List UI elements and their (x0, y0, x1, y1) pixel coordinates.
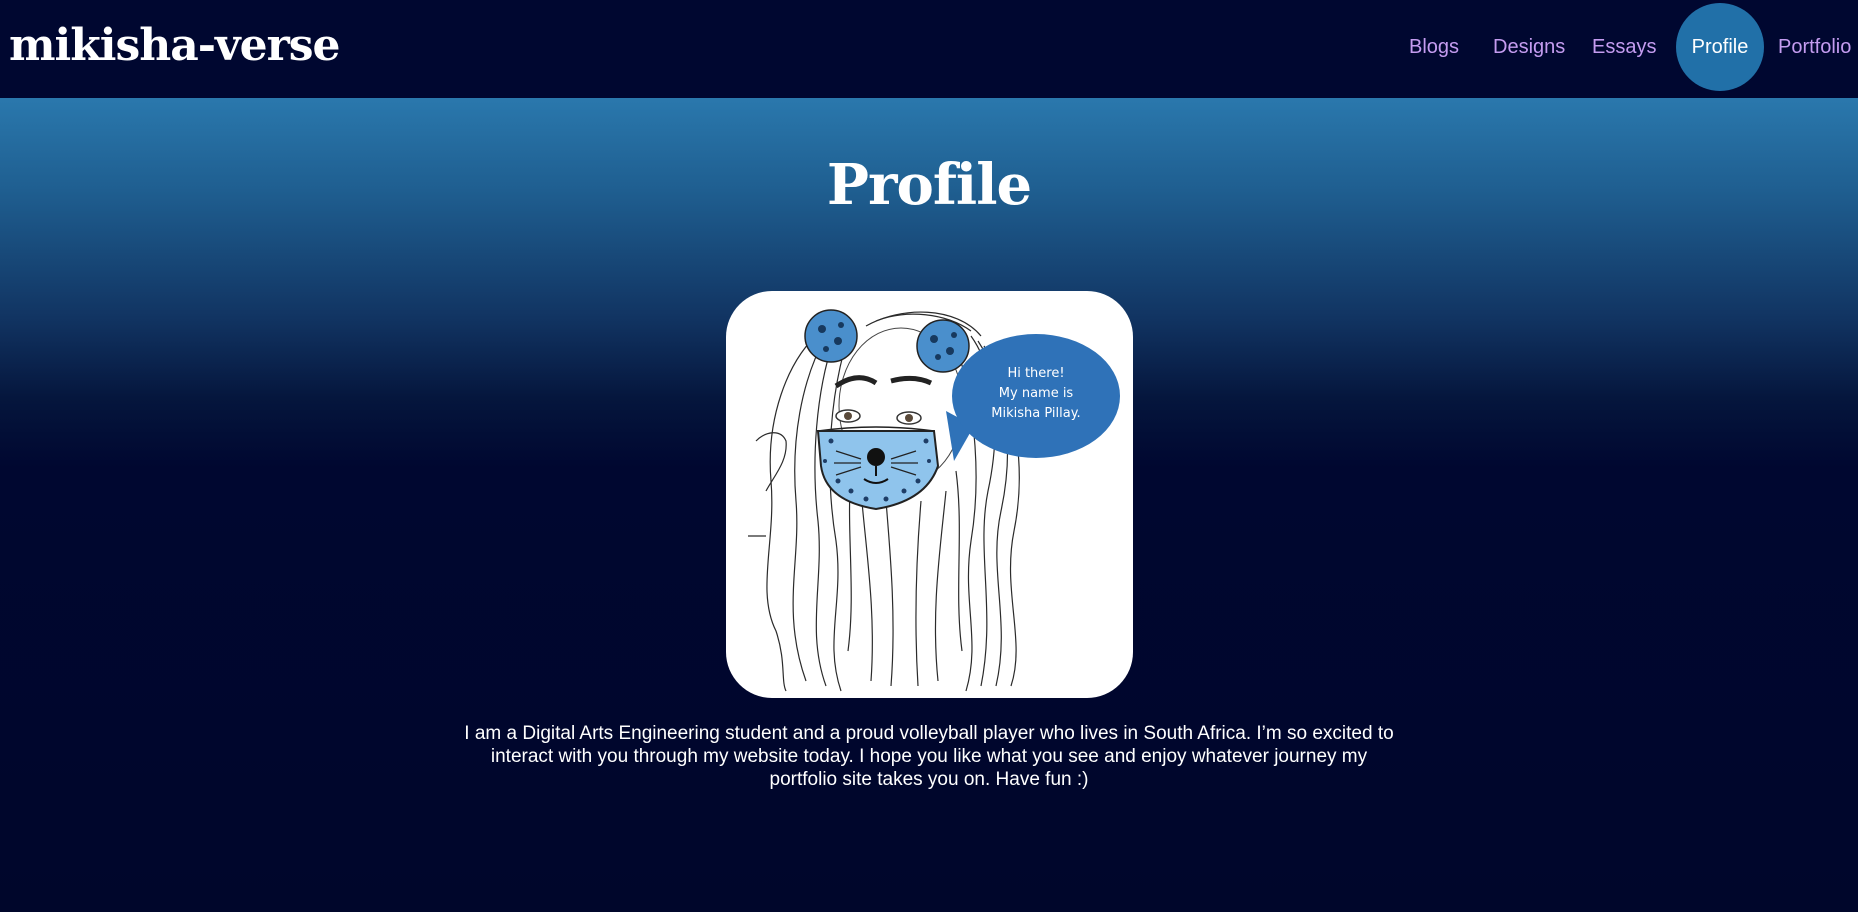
nav-link-designs[interactable]: Designs (1493, 35, 1565, 59)
speech-bubble-line-2: My name is (999, 386, 1074, 401)
nav-link-essays[interactable]: Essays (1592, 35, 1656, 59)
profile-illustration: Hi there! My name is Mikisha Pillay. (748, 309, 1120, 692)
right-ear-puff (916, 319, 970, 373)
page-title: Profile (826, 152, 1032, 218)
site-logo-text[interactable]: mikisha-verse (9, 18, 341, 74)
profile-illustration-card: Hi there! My name is Mikisha Pillay. (726, 291, 1133, 698)
nav-link-profile-label: Profile (1691, 36, 1749, 58)
profile-bio-text: I am a Digital Arts Engineering student … (464, 723, 1394, 790)
speech-bubble-line-3: Mikisha Pillay. (991, 406, 1080, 421)
top-navigation-bar: mikisha-verse Blogs Designs Essays Profi… (0, 0, 1858, 98)
left-ear-puff (804, 309, 858, 363)
nav-link-profile-active[interactable]: Profile (1676, 3, 1764, 91)
animal-face-mask (816, 430, 940, 511)
speech-bubble-line-1: Hi there! (1007, 366, 1064, 381)
nav-link-blogs[interactable]: Blogs (1409, 35, 1459, 59)
mask-nose (867, 448, 885, 466)
nav-link-portfolio[interactable]: Portfolio (1778, 35, 1851, 59)
